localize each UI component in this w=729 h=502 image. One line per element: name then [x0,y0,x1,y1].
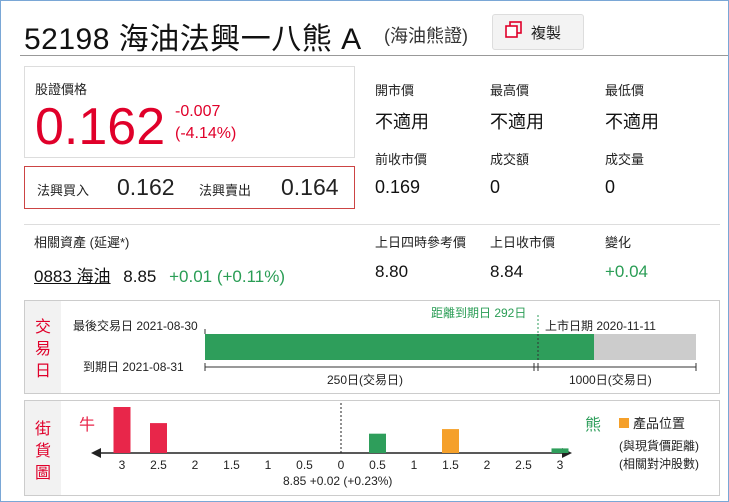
price-label: 股證價格 [35,82,88,97]
street-tick-label: 1.5 [442,458,459,472]
street-stock-title: 街貨圖 [35,421,52,482]
street-stock-panel: 街貨圖 牛 熊 產品位置 (與現貨價距離) (相關對沖股數) 3 2.5 2 1.5 1… [24,400,720,496]
open-value: 不適用 [375,112,429,132]
remaining-days-label: 1000日(交易日) [569,373,652,387]
street-tick-label: 2.5 [150,458,167,472]
prev-close-label: 前收市價 [375,152,428,167]
price-value: 0.162 [35,98,166,156]
spot-price-label: 8.85 +0.02 (+0.23%) [283,474,393,488]
street-tick-label: 0 [338,458,345,472]
remaining-days-bar [594,334,696,360]
legend-note-shares: (相關對沖股數) [619,457,699,471]
bid-ask-box: 法興買入 0.162 法興賣出 0.164 [24,166,355,209]
street-tick-label: 2 [192,458,199,472]
open-label: 開市價 [375,83,415,98]
bear-street-bar [551,448,569,453]
change-value: +0.04 [605,262,649,281]
street-tick-label: 0.5 [296,458,313,472]
volume-value: 0 [605,177,616,197]
page-header: 52198 海油法興一八熊 A (海油熊證) 複製 [20,12,720,56]
header-divider [20,55,728,56]
prev-close2-label: 上日收市價 [490,235,556,250]
turnover-label: 成交額 [490,152,530,167]
price-change: -0.007 [175,103,221,120]
trading-days-area: 最後交易日 2021-08-30 距離到期日 292日 上市日期 2020-11… [61,301,719,393]
legend-swatch [619,418,629,428]
bear-street-bar [369,433,386,453]
street-tick-label: 2 [484,458,491,472]
legend-product-position: 產品位置 [619,413,685,432]
prev-close2-value: 8.84 [490,262,524,281]
related-asset-link[interactable]: 0883 海油 [34,267,111,286]
street-tick-label: 1 [265,458,272,472]
price-change-pct: (-4.14%) [175,125,237,142]
elapsed-days-label: 250日(交易日) [327,373,404,387]
trading-days-title: 交易日 [35,319,52,380]
street-tick-label: 1 [411,458,418,472]
ask-label: 法興賣出 [199,183,252,198]
street-tick-label: 0.5 [369,458,386,472]
legend-note-distance: (與現貨價距離) [619,439,699,453]
volume-label: 成交量 [605,152,645,167]
elapsed-days-bar [205,334,594,360]
underlying-name: (海油熊證) [384,26,468,46]
bull-street-bar [113,407,131,453]
bid-value: 0.162 [117,174,175,200]
high-value: 不適用 [490,112,544,132]
axis-left-arrow-icon [91,448,101,458]
prev-close-value: 0.169 [375,177,421,197]
page-title: 52198 海油法興一八熊 A [24,23,362,56]
bull-street-bar [150,423,167,453]
street-tick-label: 3 [119,458,126,472]
copy-button[interactable]: 複製 [492,14,584,50]
copy-icon [505,20,523,44]
related-asset-label: 相關資產 (延遲*) [34,235,130,250]
section-divider [24,224,720,225]
high-label: 最高價 [490,83,530,98]
price-box: 股證價格 0.162 -0.007 (-4.14%) [24,66,355,158]
low-value: 不適用 [605,112,659,132]
turnover-value: 0 [490,177,501,197]
low-label: 最低價 [605,83,645,98]
bear-label: 熊 [585,417,602,434]
trading-days-panel: 交易日 最後交易日 2021-08-30 距離到期日 292日 上市日期 202… [24,300,720,394]
ask-value: 0.164 [281,174,339,200]
change-label: 變化 [605,235,632,250]
street-stock-area: 牛 熊 產品位置 (與現貨價距離) (相關對沖股數) 3 2.5 2 1.5 1 0.5 0… [61,401,719,495]
bid-label: 法興買入 [37,183,90,198]
street-tick-label: 1.5 [223,458,240,472]
related-asset-change: +0.01 (+0.11%) [169,267,286,286]
copy-button-label: 複製 [531,24,562,42]
bear-street-bar [442,429,459,453]
related-asset-price: 8.85 [123,267,157,286]
legend-label: 產品位置 [633,416,686,431]
related-asset-row: 0883 海油 8.85 +0.01 (+0.11%) [34,262,285,287]
ref-price-value: 8.80 [375,262,409,281]
ref-price-label: 上日四時參考價 [375,235,467,250]
street-tick-label: 2.5 [515,458,532,472]
street-tick-label: 3 [557,458,564,472]
